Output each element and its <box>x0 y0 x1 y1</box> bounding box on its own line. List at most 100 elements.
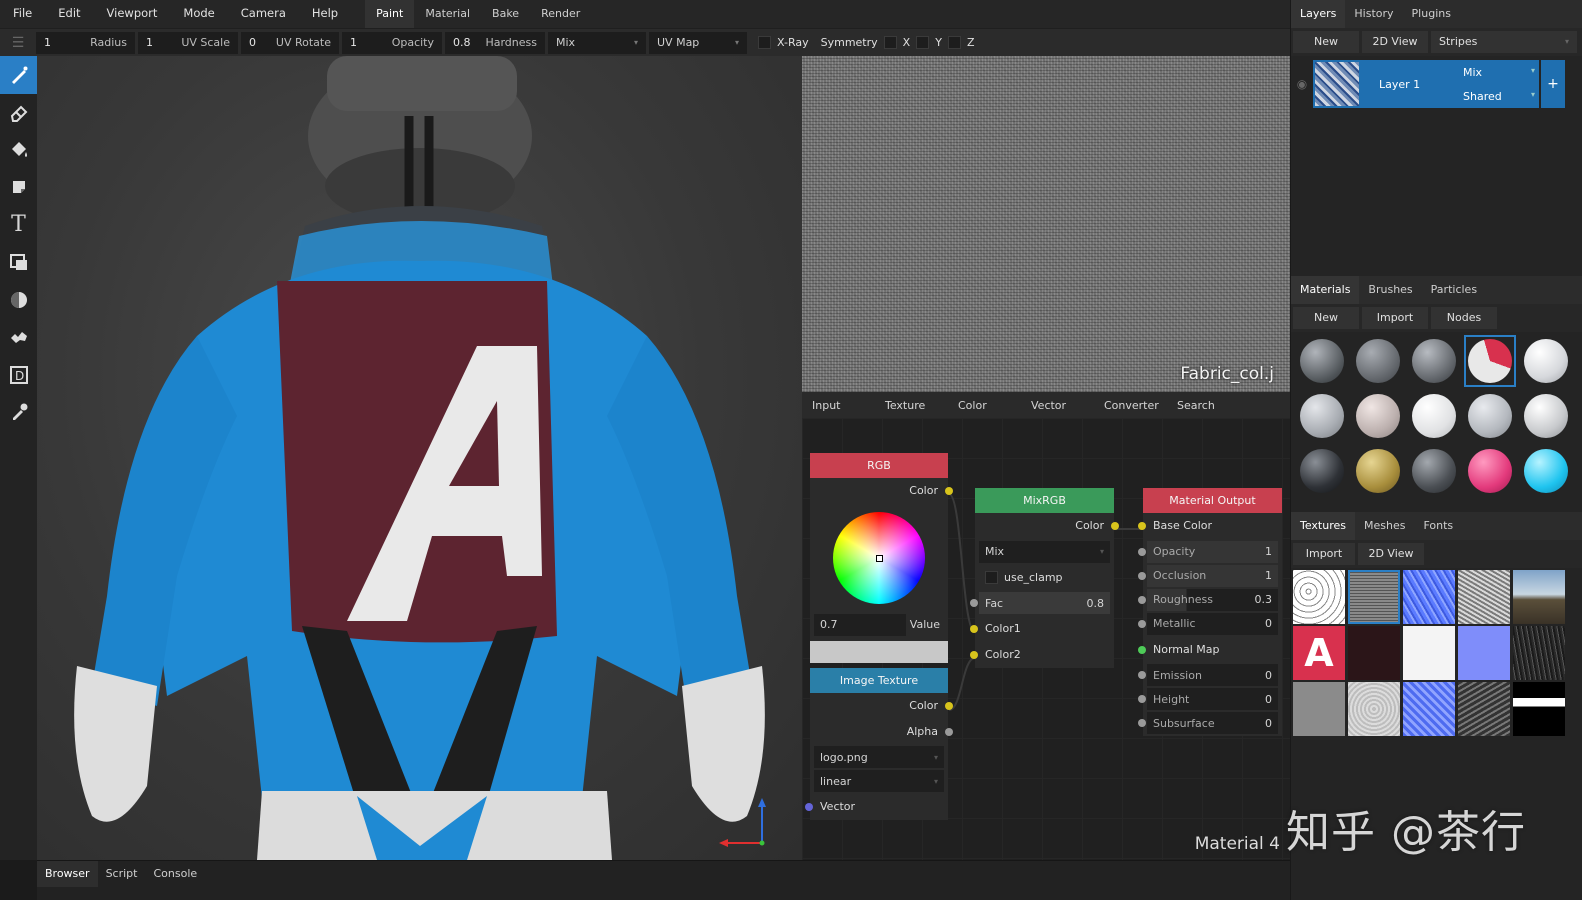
tab-meshes[interactable]: Meshes <box>1355 512 1414 540</box>
socket-icon[interactable] <box>1138 645 1146 654</box>
particle-icon[interactable] <box>0 319 37 357</box>
uv-rotate-field[interactable]: 0 UV Rotate <box>241 31 339 54</box>
blend-mode-select[interactable]: Mix ▾ <box>548 31 646 54</box>
image-output-alpha[interactable]: Alpha <box>810 719 953 745</box>
mixrgb-clamp-toggle[interactable]: use_clamp <box>975 565 1114 591</box>
texture-thumb[interactable] <box>1513 626 1565 680</box>
use-clamp-checkbox[interactable] <box>985 571 998 585</box>
output-height-slider[interactable]: Height 0 <box>1138 688 1278 711</box>
material-thumb[interactable] <box>1353 391 1403 441</box>
layer-mode-select[interactable]: Shared ▾ <box>1463 90 1535 103</box>
output-emission-slider[interactable]: Emission 0 <box>1138 664 1278 687</box>
node-category-vector[interactable]: Vector <box>1021 399 1094 412</box>
picker-icon[interactable] <box>0 394 37 432</box>
rgb-node[interactable]: RGB Color 0.7 Value <box>810 453 953 663</box>
symmetry-x-checkbox[interactable] <box>883 36 897 49</box>
radius-field[interactable]: 1 Radius <box>36 31 135 54</box>
tab-material[interactable]: Material <box>414 0 481 28</box>
tab-browser[interactable]: Browser <box>37 861 98 887</box>
output-metallic-slider[interactable]: Metallic 0 <box>1138 612 1278 635</box>
socket-icon[interactable] <box>945 701 953 710</box>
tab-history[interactable]: History <box>1345 0 1402 28</box>
layers-2d-view-button[interactable]: 2D View <box>1362 31 1428 53</box>
material-thumb-selected[interactable] <box>1464 335 1516 387</box>
socket-icon[interactable] <box>1138 695 1146 704</box>
tab-materials[interactable]: Materials <box>1291 276 1360 304</box>
decal-icon[interactable] <box>0 169 37 207</box>
socket-icon[interactable] <box>945 727 953 736</box>
hardness-field[interactable]: 0.8 Hardness <box>445 31 545 54</box>
tab-textures[interactable]: Textures <box>1291 512 1355 540</box>
fill-icon[interactable] <box>0 131 37 169</box>
socket-icon[interactable] <box>1138 521 1146 530</box>
tab-paint[interactable]: Paint <box>365 0 415 28</box>
layer-pattern-select[interactable]: Stripes ▾ <box>1431 31 1577 53</box>
socket-icon[interactable] <box>1138 671 1146 680</box>
image-file-select[interactable]: logo.png ▾ <box>814 746 944 769</box>
socket-icon[interactable] <box>945 486 953 495</box>
material-thumb[interactable] <box>1409 446 1459 496</box>
mixrgb-fac-slider[interactable]: Fac 0.8 <box>970 592 1110 615</box>
bake-icon[interactable]: D <box>0 356 37 394</box>
rgb-output-color[interactable]: Color <box>810 478 953 504</box>
material-thumb[interactable] <box>1409 391 1459 441</box>
tab-fonts[interactable]: Fonts <box>1414 512 1462 540</box>
material-thumb[interactable] <box>1521 446 1571 496</box>
output-normal-map[interactable]: Normal Map <box>1138 637 1282 663</box>
3d-viewport[interactable] <box>37 56 802 860</box>
eraser-icon[interactable] <box>0 94 37 132</box>
texture-thumb[interactable] <box>1403 626 1455 680</box>
symmetry-y-checkbox[interactable] <box>916 36 930 49</box>
texture-thumb[interactable] <box>1293 570 1345 624</box>
texture-thumb[interactable] <box>1348 682 1400 736</box>
texture-thumb[interactable] <box>1403 570 1455 624</box>
mixrgb-input-color1[interactable]: Color1 <box>970 616 1114 642</box>
output-base-color[interactable]: Base Color <box>1138 513 1282 539</box>
node-category-converter[interactable]: Converter <box>1094 399 1167 412</box>
material-thumb[interactable] <box>1297 391 1347 441</box>
image-output-color[interactable]: Color <box>810 693 953 719</box>
texture-thumb[interactable] <box>1348 570 1400 624</box>
textures-2d-view-button[interactable]: 2D View <box>1358 543 1424 565</box>
socket-icon[interactable] <box>1138 619 1146 628</box>
layer-row[interactable]: ◉ Layer 1 Mix ▾ Shared ▾ + <box>1291 58 1582 110</box>
material-thumb[interactable] <box>1521 336 1571 386</box>
tab-brushes[interactable]: Brushes <box>1359 276 1421 304</box>
image-input-vector[interactable]: Vector <box>805 794 948 820</box>
output-occlusion-slider[interactable]: Occlusion 1 <box>1138 564 1278 587</box>
socket-icon[interactable] <box>805 803 813 812</box>
socket-icon[interactable] <box>1138 595 1146 604</box>
new-material-button[interactable]: New <box>1293 307 1359 329</box>
tab-script[interactable]: Script <box>98 861 146 887</box>
sliders-icon[interactable]: ☰ <box>0 29 36 57</box>
image-texture-node[interactable]: Image Texture Color Alpha logo.png ▾ lin… <box>805 668 953 821</box>
menu-mode[interactable]: Mode <box>170 0 227 28</box>
output-subsurface-slider[interactable]: Subsurface 0 <box>1138 712 1278 735</box>
menu-file[interactable]: File <box>0 0 45 28</box>
rgb-value-slider[interactable]: 0.7 Value <box>814 613 944 636</box>
mixrgb-output-color[interactable]: Color <box>975 513 1119 539</box>
material-thumb[interactable] <box>1465 391 1515 441</box>
output-roughness-slider[interactable]: Roughness 0.3 <box>1138 588 1278 611</box>
blur-icon[interactable] <box>0 281 37 319</box>
texture-thumb[interactable] <box>1458 570 1510 624</box>
node-category-search[interactable]: Search <box>1167 399 1240 412</box>
add-icon[interactable]: + <box>1541 60 1565 108</box>
material-thumb[interactable] <box>1353 336 1403 386</box>
socket-icon[interactable] <box>970 625 978 634</box>
brush-icon[interactable] <box>0 56 37 94</box>
output-opacity-slider[interactable]: Opacity 1 <box>1138 540 1278 563</box>
texture-thumb[interactable]: A <box>1293 626 1345 680</box>
socket-icon[interactable] <box>970 650 978 659</box>
text-icon[interactable]: T <box>0 206 37 244</box>
uv-source-select[interactable]: UV Map ▾ <box>649 31 747 54</box>
tab-render[interactable]: Render <box>530 0 591 28</box>
texture-thumb[interactable] <box>1403 682 1455 736</box>
socket-icon[interactable] <box>970 599 978 608</box>
texture-2d-view[interactable]: Fabric_col.j <box>802 56 1290 392</box>
texture-thumb[interactable] <box>1458 682 1510 736</box>
color-wheel-area[interactable] <box>810 504 948 614</box>
layer-blend-select[interactable]: Mix ▾ <box>1463 66 1535 79</box>
mixrgb-input-color2[interactable]: Color2 <box>970 642 1114 668</box>
nodes-button[interactable]: Nodes <box>1431 307 1497 329</box>
